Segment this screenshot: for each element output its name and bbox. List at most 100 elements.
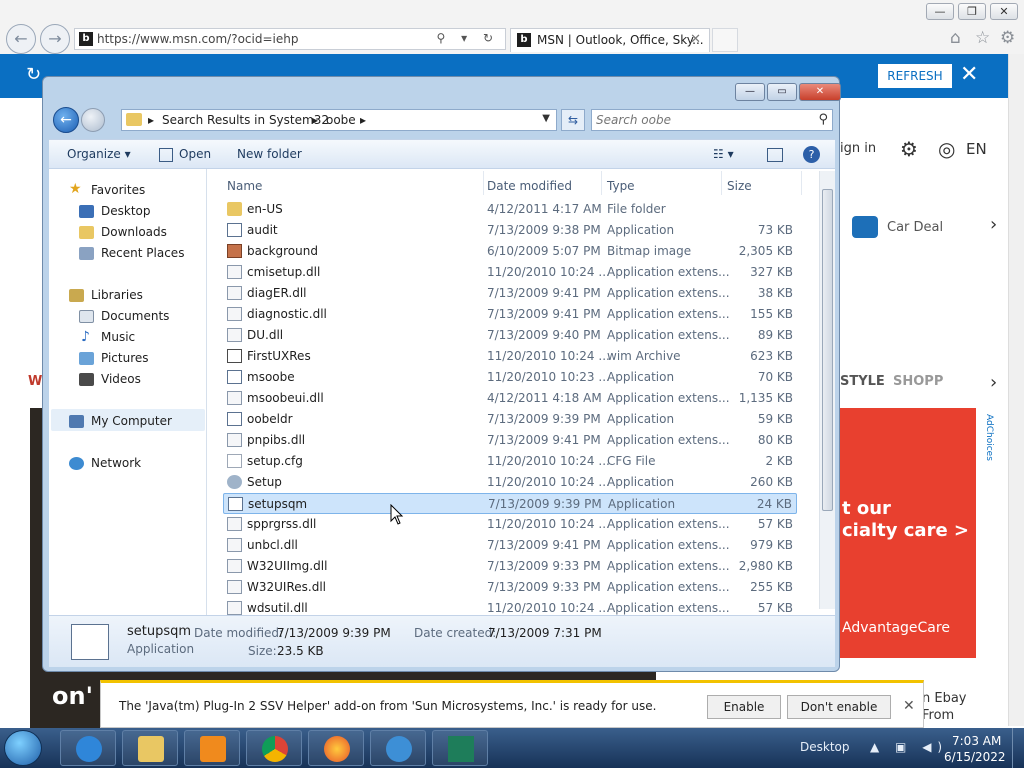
breadcrumb-search-results[interactable]: Search Results in System32 [162, 113, 329, 127]
file-row[interactable]: msoobe 11/20/2010 10:23 ... Application 70 … [223, 367, 797, 388]
tab-msn[interactable]: b MSN | Outlook, Office, Sky... ✕ [510, 28, 710, 52]
file-row[interactable]: background 6/10/2009 5:07 PM Bitmap image 2… [223, 241, 797, 262]
msn-ebay-text[interactable]: n Ebay From [922, 690, 967, 724]
nav-favorites[interactable]: Favorites [91, 183, 145, 197]
nav-pictures[interactable]: Pictures [101, 351, 149, 365]
nav-libraries[interactable]: Libraries [91, 288, 143, 302]
file-row[interactable]: diagER.dll 7/13/2009 9:41 PM Application e… [223, 283, 797, 304]
file-row[interactable]: audit 7/13/2009 9:38 PM Application 73 KB [223, 220, 797, 241]
star-icon[interactable]: ☆ [975, 28, 990, 48]
msn-car-deals[interactable]: Car Deal [887, 220, 943, 235]
nav-videos[interactable]: Videos [101, 372, 141, 386]
back-icon[interactable]: ← [6, 24, 36, 54]
column-separator[interactable] [721, 171, 722, 195]
taskbar-ie-tool[interactable] [370, 730, 426, 766]
nav-desktop[interactable]: Desktop [101, 204, 151, 218]
minimize-button[interactable]: — [926, 3, 954, 20]
breadcrumb-dropdown-icon[interactable]: ▼ [542, 113, 550, 124]
advertisement[interactable]: t our cialty care > AdvantageCare [840, 408, 976, 658]
nav-music[interactable]: Music [101, 330, 135, 344]
file-row[interactable]: msoobeui.dll 4/12/2011 4:18 AM Application… [223, 388, 797, 409]
file-row[interactable]: DU.dll 7/13/2009 9:40 PM Application exten… [223, 325, 797, 346]
column-name[interactable]: Name [227, 179, 262, 193]
forward-arrow-icon[interactable] [81, 108, 105, 132]
clock-date[interactable]: 6/15/2022 [944, 750, 1006, 764]
chevron-right-icon[interactable]: ▸ [312, 113, 318, 127]
views-icon[interactable]: ☷ ▾ [713, 147, 734, 161]
open-button[interactable]: Open [179, 147, 211, 161]
msn-nav-shopping[interactable]: SHOPP [893, 374, 943, 389]
address-tools[interactable]: ⚲ ▾ ↻ [437, 31, 500, 45]
close-button[interactable]: ✕ [990, 3, 1018, 20]
forward-icon[interactable]: → [40, 24, 70, 54]
chevron-right-icon[interactable]: ▸ [148, 113, 154, 127]
new-folder-button[interactable]: New folder [237, 147, 302, 161]
breadcrumb-oobe[interactable]: oobe [326, 113, 356, 127]
breadcrumb[interactable]: ▸ Search Results in System32 ▸ oobe ▸ ▼ [121, 109, 557, 131]
file-list-scrollbar[interactable] [819, 171, 835, 609]
taskbar-chrome[interactable] [246, 730, 302, 766]
msn-settings-icon[interactable]: ⚙ [900, 137, 918, 161]
maximize-button[interactable]: ❐ [958, 3, 986, 20]
tray-desktop-label[interactable]: Desktop [800, 740, 850, 754]
refresh-icon[interactable]: ⇆ [561, 109, 585, 131]
file-row[interactable]: unbcl.dll 7/13/2009 9:41 PM Application ex… [223, 535, 797, 556]
new-tab-button[interactable] [712, 28, 738, 52]
taskbar-internet-explorer[interactable] [60, 730, 116, 766]
file-row[interactable]: pnpibs.dll 7/13/2009 9:41 PM Application e… [223, 430, 797, 451]
nav-downloads[interactable]: Downloads [101, 225, 167, 239]
enable-button[interactable]: Enable [707, 695, 781, 719]
file-row[interactable]: en-US 4/12/2011 4:17 AM File folder [223, 199, 797, 220]
msn-language[interactable]: EN [966, 140, 987, 158]
nav-recent-places[interactable]: Recent Places [101, 246, 184, 260]
file-row[interactable]: W32UIRes.dll 7/13/2009 9:33 PM Application… [223, 577, 797, 598]
file-row[interactable]: diagnostic.dll 7/13/2009 9:41 PM Applicati… [223, 304, 797, 325]
taskbar-media-player[interactable] [184, 730, 240, 766]
back-arrow-icon[interactable]: ← [53, 107, 79, 133]
address-bar[interactable]: b https://www.msn.com/?ocid=iehp ⚲ ▾ ↻ [74, 28, 506, 50]
nav-network[interactable]: Network [91, 456, 141, 470]
msn-nav-style[interactable]: STYLE [840, 374, 885, 389]
gear-icon[interactable]: ⚙ [1000, 28, 1015, 48]
column-date-modified[interactable]: Date modified [487, 179, 572, 193]
search-box[interactable]: ⚲ [591, 109, 833, 131]
file-row[interactable]: cmisetup.dll 11/20/2010 10:24 ... Applicat… [223, 262, 797, 283]
reload-icon[interactable]: ↻ [26, 64, 41, 85]
search-input[interactable] [596, 112, 808, 128]
chevron-right-icon[interactable]: ▸ [360, 113, 366, 127]
file-row[interactable]: FirstUXRes 11/20/2010 10:24 ... wim Archiv… [223, 346, 797, 367]
column-type[interactable]: Type [607, 179, 635, 193]
nav-documents[interactable]: Documents [101, 309, 169, 323]
home-icon[interactable]: ⌂ [950, 28, 961, 48]
file-row[interactable]: oobeldr 7/13/2009 9:39 PM Application 59 KB [223, 409, 797, 430]
address-url[interactable]: https://www.msn.com/?ocid=iehp [97, 32, 298, 46]
msn-sign-in-link[interactable]: ign in [840, 141, 876, 156]
show-desktop-button[interactable] [1012, 728, 1024, 768]
start-button[interactable] [4, 730, 42, 766]
search-icon[interactable]: ⚲ [818, 112, 828, 127]
taskbar-file-explorer[interactable] [122, 730, 178, 766]
chevron-right-icon[interactable]: › [990, 372, 997, 393]
explorer-minimize-button[interactable]: — [735, 83, 765, 101]
file-row[interactable]: setup.cfg 11/20/2010 10:24 ... CFG File 2 K… [223, 451, 797, 472]
column-separator[interactable] [601, 171, 602, 195]
preview-pane-icon[interactable] [767, 148, 783, 162]
nav-my-computer[interactable]: My Computer [91, 414, 172, 428]
column-separator[interactable] [801, 171, 802, 195]
notification-close-icon[interactable]: ✕ [903, 698, 915, 714]
file-row[interactable]: Setup 11/20/2010 10:24 ... Application 260 … [223, 472, 797, 493]
explorer-titlebar[interactable]: — ▭ ✕ [43, 77, 841, 105]
taskbar-network-tool[interactable] [432, 730, 488, 766]
tab-close-icon[interactable]: ✕ [690, 32, 701, 47]
organize-button[interactable]: Organize ▾ [67, 147, 131, 161]
clock-time[interactable]: 7:03 AM [952, 734, 1001, 748]
chevron-right-icon[interactable]: › [990, 214, 997, 235]
ad-choices-link[interactable]: AdChoices [982, 414, 994, 474]
taskbar-firefox[interactable] [308, 730, 364, 766]
dont-enable-button[interactable]: Don't enable [787, 695, 891, 719]
column-separator[interactable] [483, 171, 484, 195]
page-scrollbar[interactable] [1008, 54, 1024, 726]
msn-bar-close-icon[interactable]: ✕ [960, 62, 978, 87]
explorer-maximize-button[interactable]: ▭ [767, 83, 797, 101]
msn-refresh-button[interactable]: REFRESH [878, 64, 952, 88]
